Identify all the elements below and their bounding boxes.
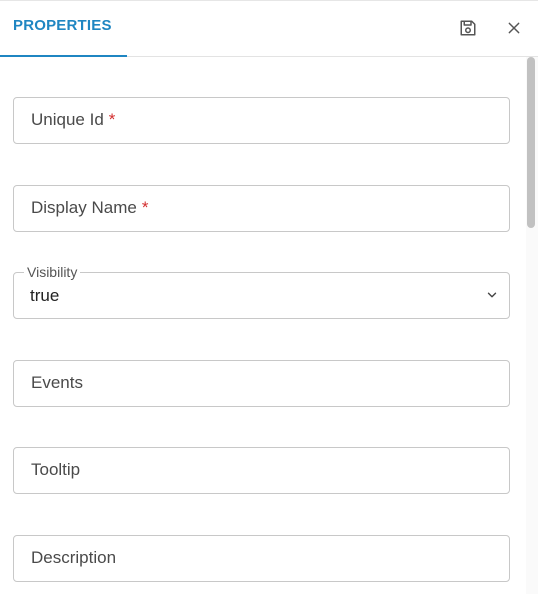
- unique-id-field[interactable]: Unique Id *: [13, 97, 510, 144]
- visibility-value: true: [30, 286, 60, 305]
- required-marker: *: [141, 198, 149, 217]
- tooltip-field[interactable]: Tooltip: [13, 447, 510, 494]
- properties-form: Unique Id * Display Name * Visibility true…: [0, 57, 526, 594]
- events-field[interactable]: Events: [13, 360, 510, 407]
- close-button[interactable]: [503, 17, 525, 39]
- save-icon: [460, 20, 476, 36]
- chevron-down-icon: [487, 292, 497, 298]
- save-button[interactable]: [457, 17, 479, 39]
- panel-header: PROPERTIES: [0, 1, 538, 57]
- properties-panel: PROPERTIES Unique Id * Display Name * Visi…: [0, 0, 538, 594]
- display-name-label: Display Name *: [31, 198, 149, 217]
- close-icon: [508, 22, 520, 34]
- events-label: Events: [31, 373, 83, 392]
- tab-properties[interactable]: PROPERTIES: [0, 1, 127, 57]
- description-label: Description: [31, 548, 117, 567]
- description-field[interactable]: Description: [13, 535, 510, 582]
- visibility-select[interactable]: Visibility true: [13, 263, 510, 319]
- required-marker: *: [108, 110, 116, 129]
- display-name-field[interactable]: Display Name *: [13, 185, 510, 232]
- visibility-legend: Visibility: [24, 263, 81, 281]
- tab-properties-label: PROPERTIES: [13, 17, 112, 34]
- unique-id-label: Unique Id *: [31, 110, 116, 129]
- tooltip-label: Tooltip: [31, 460, 81, 479]
- scrollbar-thumb[interactable]: [527, 57, 535, 228]
